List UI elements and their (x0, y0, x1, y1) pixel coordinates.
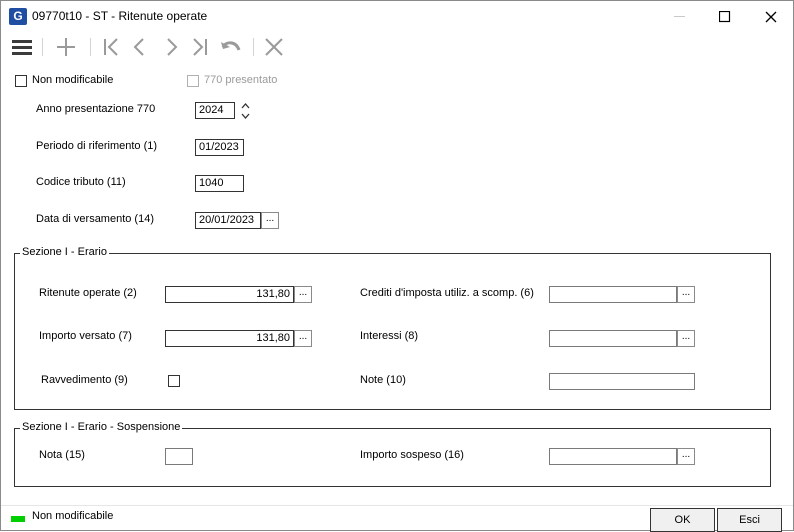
add-icon (57, 38, 75, 56)
ritenute-operate-field[interactable]: 131,80 (165, 286, 294, 303)
status-indicator-icon (11, 516, 25, 522)
toolbar (1, 32, 793, 62)
anno-presentazione-label: Anno presentazione 770 (36, 103, 156, 115)
menu-button[interactable] (8, 34, 36, 60)
importo-versato-label: Importo versato (7) (39, 330, 132, 342)
toolbar-separator (90, 38, 91, 56)
close-icon (765, 11, 777, 22)
status-bar: Non modificabile OK Esci (1, 505, 793, 532)
toolbar-separator (42, 38, 43, 56)
importo-versato-button[interactable]: ... (294, 330, 312, 347)
anno-spinner[interactable] (240, 102, 251, 120)
undo-button[interactable] (217, 34, 245, 60)
minimize-icon (674, 15, 685, 17)
minimize-button[interactable] (657, 1, 703, 32)
menu-icon (12, 40, 32, 55)
ravvedimento-checkbox[interactable] (168, 375, 180, 387)
title-bar: G 09770t10 - ST - Ritenute operate (1, 1, 793, 32)
data-versamento-field[interactable]: 20/01/2023 (195, 212, 261, 229)
ok-button-label: OK (674, 514, 691, 526)
esci-button[interactable]: Esci (717, 508, 782, 532)
note-field[interactable] (549, 373, 695, 390)
interessi-field[interactable] (549, 330, 677, 347)
interessi-label: Interessi (8) (360, 330, 419, 342)
delete-button[interactable] (260, 34, 288, 60)
note-label: Note (10) (360, 374, 406, 386)
maximize-icon (719, 10, 731, 22)
close-window-button[interactable] (748, 1, 794, 32)
nota-label: Nota (15) (39, 449, 85, 461)
app-logo-icon: G (9, 8, 27, 25)
next-icon (167, 38, 178, 56)
data-versamento-picker-button[interactable]: ... (261, 212, 279, 229)
crediti-imposta-label: Crediti d'imposta utiliz. a scomp. (6) (360, 287, 534, 299)
maximize-button[interactable] (702, 1, 748, 32)
previous-record-button[interactable] (126, 34, 154, 60)
codice-tributo-field[interactable]: 1040 (195, 175, 244, 192)
crediti-imposta-button[interactable]: ... (677, 286, 695, 303)
undo-icon (221, 41, 241, 51)
ravvedimento-label: Ravvedimento (9) (41, 374, 128, 386)
ok-button[interactable]: OK (650, 508, 715, 532)
add-button[interactable] (52, 34, 80, 60)
sezione-erario-title: Sezione I - Erario (20, 246, 109, 258)
importo-sospeso-label: Importo sospeso (16) (360, 449, 464, 461)
ritenute-operate-label: Ritenute operate (2) (39, 287, 137, 299)
importo-sospeso-field[interactable] (549, 448, 677, 465)
delete-icon (265, 38, 283, 56)
prev-icon (133, 38, 144, 56)
anno-presentazione-field[interactable]: 2024 (195, 102, 235, 119)
dialog-window: G 09770t10 - ST - Ritenute operate Non m… (0, 0, 794, 532)
toolbar-separator (253, 38, 254, 56)
window-title: 09770t10 - ST - Ritenute operate (32, 9, 208, 23)
importo-versato-field[interactable]: 131,80 (165, 330, 294, 347)
interessi-button[interactable]: ... (677, 330, 695, 347)
first-record-button[interactable] (98, 34, 126, 60)
last-record-button[interactable] (185, 34, 213, 60)
first-icon (104, 38, 118, 56)
last-icon (193, 38, 207, 56)
next-record-button[interactable] (157, 34, 185, 60)
ritenute-operate-button[interactable]: ... (294, 286, 312, 303)
esci-button-label: Esci (739, 514, 760, 526)
non-modificabile-checkbox[interactable] (15, 75, 27, 87)
nota-field[interactable] (165, 448, 193, 465)
codice-tributo-label: Codice tributo (11) (36, 176, 126, 188)
770-presentato-checkbox[interactable] (187, 75, 199, 87)
data-versamento-label: Data di versamento (14) (36, 213, 154, 225)
non-modificabile-label: Non modificabile (32, 74, 114, 86)
crediti-imposta-field[interactable] (549, 286, 677, 303)
importo-sospeso-button[interactable]: ... (677, 448, 695, 465)
periodo-riferimento-label: Periodo di riferimento (1) (36, 140, 158, 152)
770-presentato-label: 770 presentato (204, 74, 278, 86)
status-text: Non modificabile (32, 510, 114, 522)
sezione-sospensione-title: Sezione I - Erario - Sospensione (20, 421, 183, 433)
periodo-riferimento-field[interactable]: 01/2023 (195, 139, 244, 156)
spinner-arrows-icon (241, 103, 250, 119)
